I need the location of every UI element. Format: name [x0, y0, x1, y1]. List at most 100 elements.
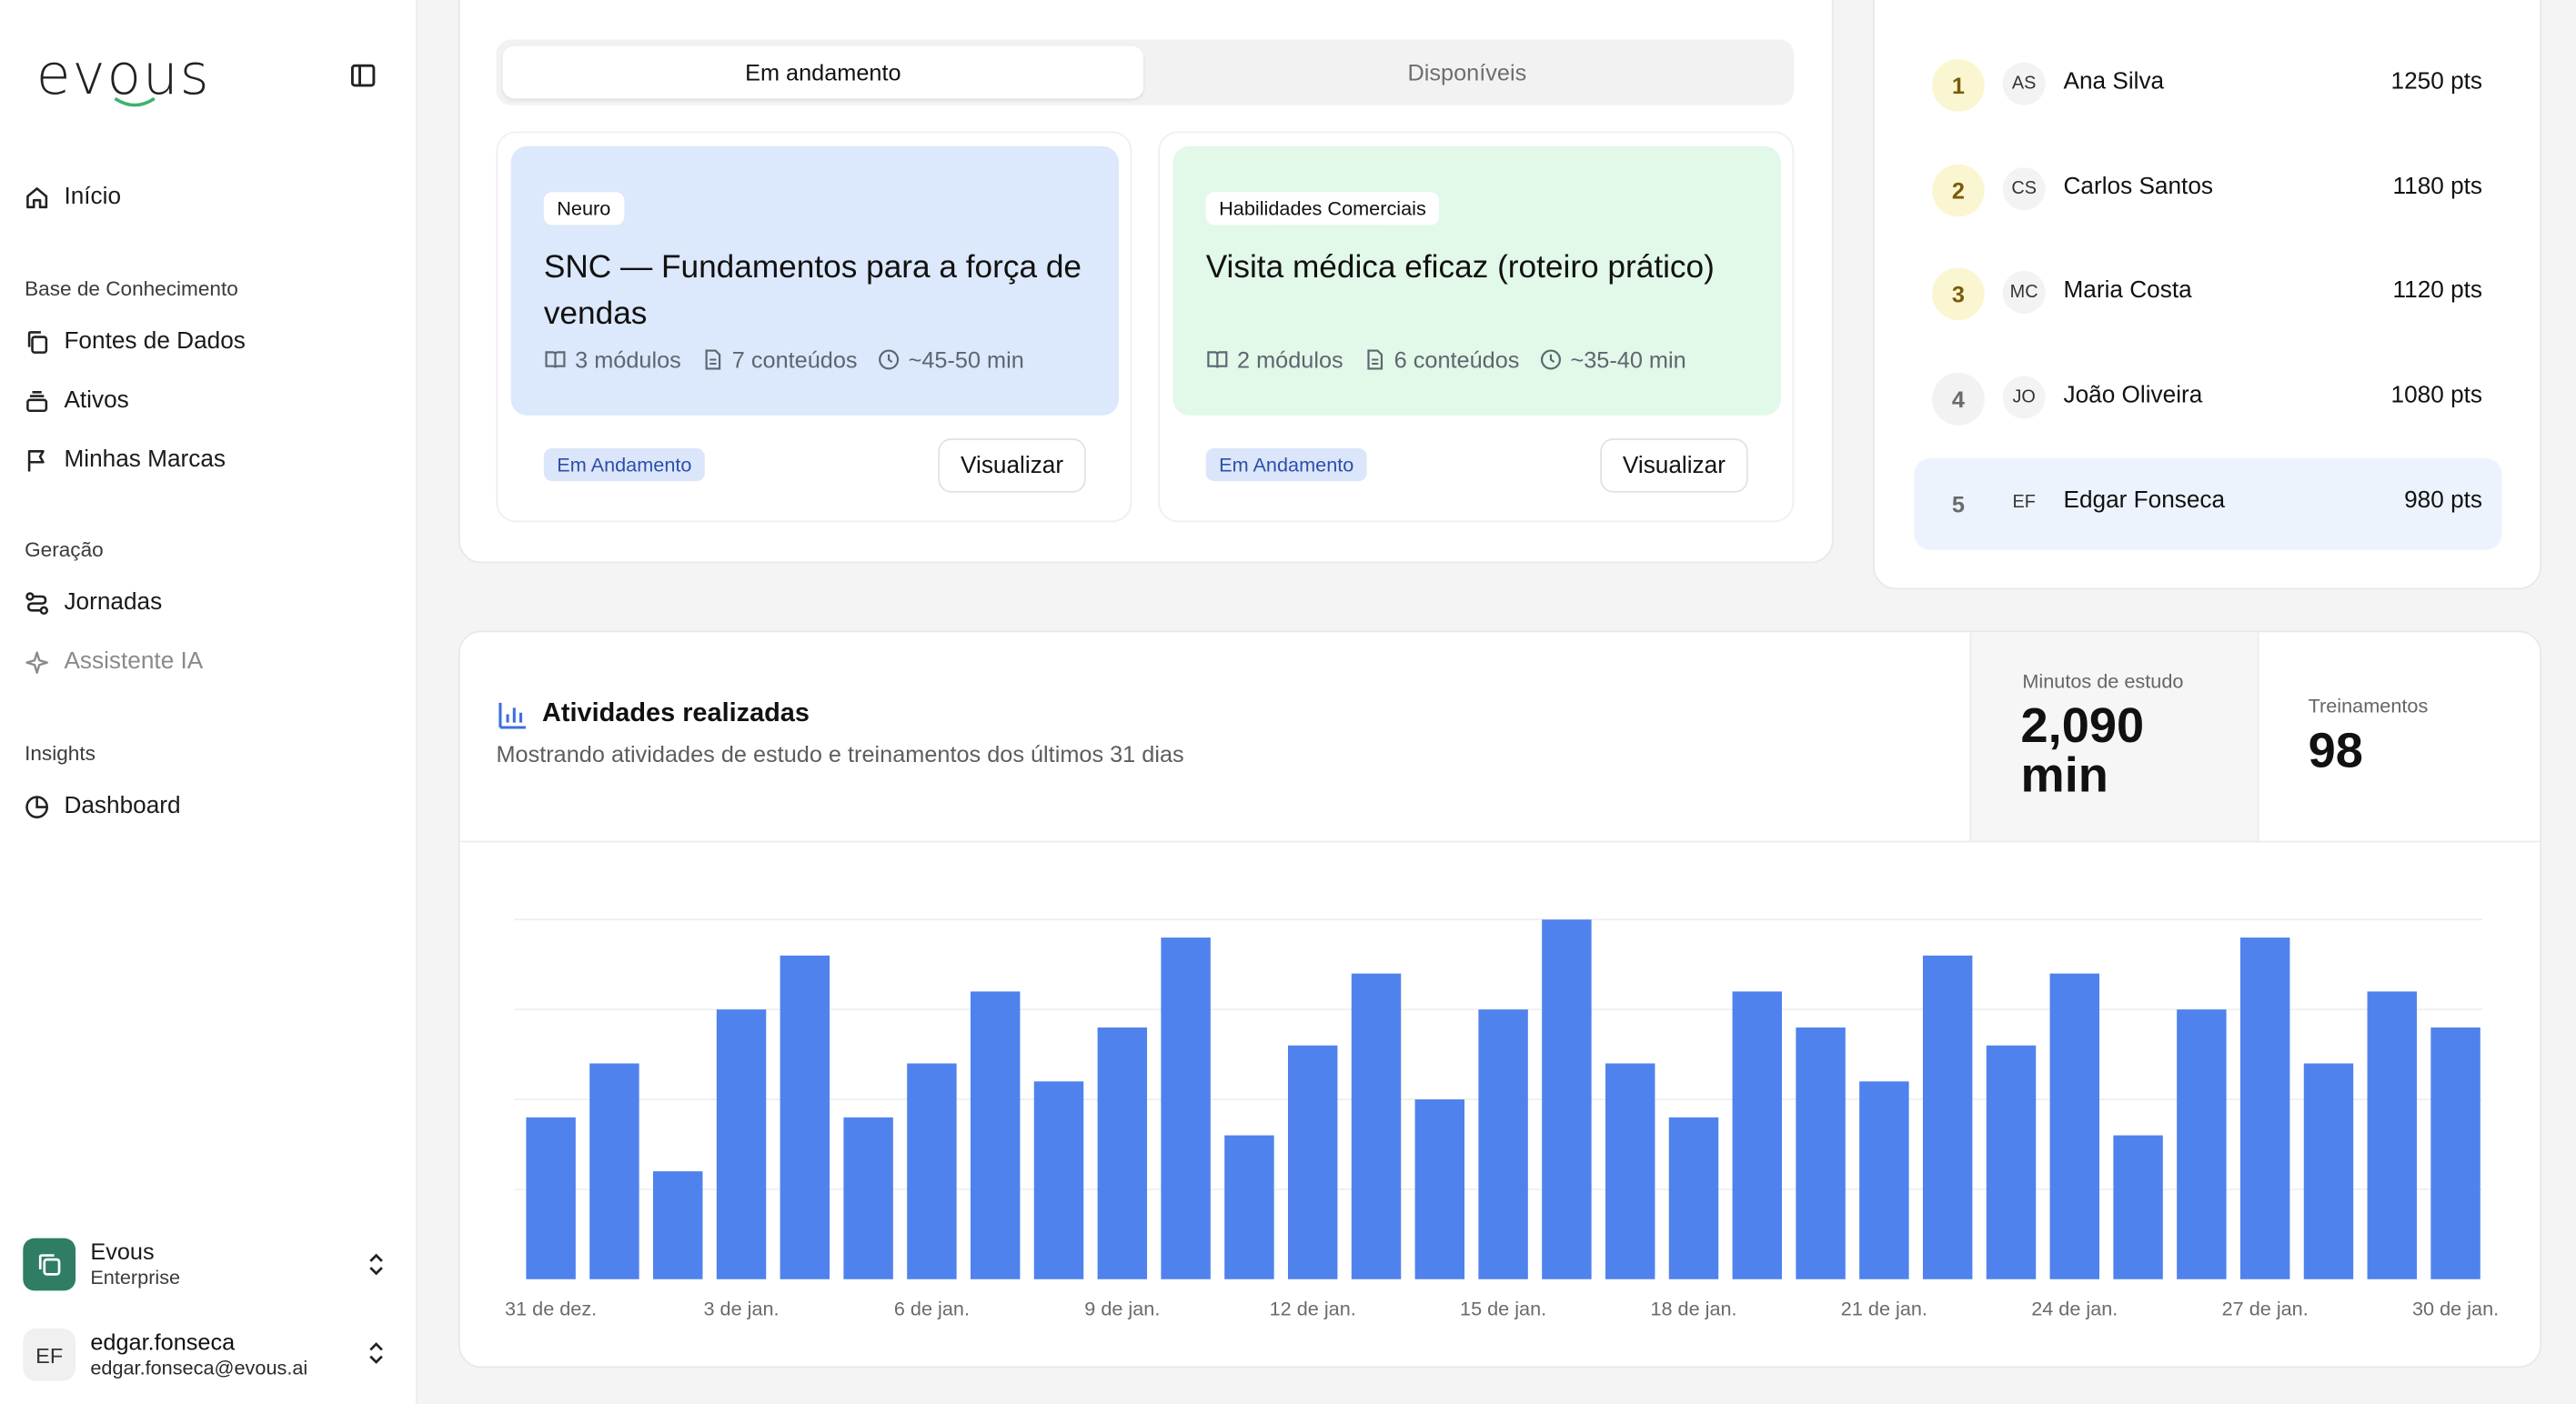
chart-bar[interactable] — [1732, 991, 1783, 1279]
avatar: JO — [2002, 376, 2046, 419]
user-avatar: EF — [23, 1328, 76, 1381]
chart-bar[interactable] — [2239, 938, 2290, 1279]
org-logo-icon — [23, 1238, 76, 1291]
chart-bar[interactable] — [1668, 1117, 1719, 1279]
journey-tag: Habilidades Comerciais — [1205, 192, 1440, 226]
chart-bar[interactable] — [2430, 1027, 2480, 1279]
leaderboard-row[interactable]: 4 JO João Oliveira 1080 pts — [1914, 353, 2502, 445]
nav-ativos[interactable]: Ativos — [23, 381, 129, 420]
route-icon — [25, 591, 49, 615]
nav-fontes-label: Fontes de Dados — [64, 328, 246, 356]
chart-tick-label: 30 de jan. — [2412, 1297, 2499, 1319]
leaderboard-row[interactable]: 3 MC Maria Costa 1120 pts — [1914, 248, 2502, 340]
nav-minhas-marcas[interactable]: Minhas Marcas — [23, 440, 226, 479]
nav-jornadas-label: Jornadas — [64, 589, 163, 617]
chart-bar[interactable] — [653, 1171, 703, 1279]
leaderboard-row[interactable]: 2 CS Carlos Santos 1180 pts — [1914, 145, 2502, 236]
rank-number: 5 — [1951, 490, 1965, 517]
journey-card[interactable]: Neuro SNC — Fundamentos para a força de … — [496, 131, 1132, 523]
leaderboard-row-current-user[interactable]: 5 EF Edgar Fonseca 980 pts — [1914, 457, 2502, 550]
nav-ativos-label: Ativos — [64, 387, 129, 415]
book-icon — [1207, 351, 1228, 368]
journey-title: SNC — Fundamentos para a força de vendas — [543, 249, 1082, 332]
chart-bar[interactable] — [1287, 1045, 1338, 1279]
chart-bar[interactable] — [716, 1009, 767, 1279]
chart-bar[interactable] — [1859, 1081, 1909, 1279]
journey-tag: Neuro — [543, 192, 624, 226]
nav-dashboard[interactable]: Dashboard — [23, 787, 181, 826]
nav-assistente-label: Assistente IA — [64, 648, 204, 676]
sidebar-toggle-icon[interactable] — [348, 61, 381, 94]
chart-bar[interactable] — [1986, 1045, 2037, 1279]
leaderboard-row[interactable]: 1 AS Ana Silva 1250 pts — [1914, 39, 2502, 131]
avatar: CS — [2002, 167, 2046, 211]
sidebar: evous Início Base de Conhecimento Fontes… — [0, 0, 418, 1404]
chart-bar[interactable] — [843, 1117, 893, 1279]
tab-disponiveis[interactable]: Disponíveis — [1147, 46, 1787, 99]
stat-trainings-bg — [2257, 632, 2541, 843]
rank-name: Carlos Santos — [2063, 174, 2213, 201]
nav-inicio-label: Início — [64, 184, 122, 211]
stat-minutes-value: 2,090 — [2020, 699, 2145, 754]
activity-subtitle: Mostrando atividades de estudo e treinam… — [496, 740, 1184, 767]
stat-minutes-unit: min — [2020, 748, 2108, 804]
chart-bar[interactable] — [2367, 991, 2417, 1279]
journey-duration: ~35-40 min — [1570, 346, 1686, 373]
chart-bar[interactable] — [1542, 919, 1592, 1279]
avatar: EF — [2012, 492, 2036, 513]
chart-bar[interactable] — [1033, 1081, 1084, 1279]
chart-bar[interactable] — [2303, 1063, 2354, 1279]
file-icon — [704, 349, 720, 370]
chart-bar[interactable] — [526, 1117, 576, 1279]
rank-points: 980 pts — [2404, 487, 2483, 515]
nav-jornadas[interactable]: Jornadas — [23, 583, 162, 622]
nav-inicio[interactable]: Início — [23, 177, 121, 216]
chart-tick-label: 15 de jan. — [1460, 1297, 1546, 1319]
journey-modules: 2 módulos — [1237, 346, 1343, 373]
chart-tick-label: 27 de jan. — [2222, 1297, 2309, 1319]
journey-meta: 3 módulos 7 conteúdos ~45-50 min — [544, 346, 1044, 373]
sparkle-icon — [25, 650, 48, 674]
chart-bar[interactable] — [1351, 973, 1402, 1279]
rank-name: Ana Silva — [2063, 68, 2165, 95]
nav-dashboard-label: Dashboard — [64, 793, 181, 820]
org-switcher[interactable]: Evous Enterprise — [23, 1235, 400, 1294]
rank-points: 1180 pts — [2392, 174, 2483, 201]
journey-card[interactable]: Habilidades Comerciais Visita médica efi… — [1158, 131, 1795, 523]
chart-bar[interactable] — [1796, 1027, 1846, 1279]
rank-name: Maria Costa — [2063, 277, 2192, 305]
nav-assistente-ia[interactable]: Assistente IA — [23, 642, 203, 681]
chart-bar[interactable] — [1224, 1135, 1274, 1279]
stat-trainings-value: 98 — [2308, 724, 2363, 778]
status-badge: Em Andamento — [1205, 447, 1367, 482]
chart-bar[interactable] — [907, 1063, 957, 1279]
journey-meta: 2 módulos 6 conteúdos ~35-40 min — [1206, 346, 1706, 373]
journey-contents: 6 conteúdos — [1394, 346, 1520, 373]
view-journey-button[interactable]: Visualizar — [1600, 438, 1748, 493]
rank-name: João Oliveira — [2063, 382, 2203, 409]
chart-bar[interactable] — [1097, 1027, 1148, 1279]
org-name: Evous — [90, 1238, 155, 1265]
chart-bar[interactable] — [970, 991, 1021, 1279]
chart-bar[interactable] — [589, 1063, 639, 1279]
user-name: edgar.fonseca — [90, 1328, 236, 1355]
section-label-kb: Base de Conhecimento — [25, 277, 238, 301]
view-journey-button[interactable]: Visualizar — [938, 438, 1086, 493]
chart-bar[interactable] — [1414, 1099, 1465, 1279]
chevrons-up-down-icon — [369, 1253, 383, 1276]
chart-bar[interactable] — [2113, 1135, 2163, 1279]
chart-bar[interactable] — [1161, 938, 1211, 1279]
brand-logo[interactable]: evous — [36, 43, 236, 108]
chart-bar[interactable] — [2177, 1009, 2227, 1279]
chart-bar[interactable] — [780, 955, 830, 1279]
chart-bar[interactable] — [1605, 1063, 1655, 1279]
chart-bar[interactable] — [1922, 955, 1973, 1279]
chart-bar[interactable] — [2049, 973, 2100, 1279]
chart-tick-label: 3 de jan. — [703, 1297, 779, 1319]
clock-icon — [1540, 349, 1561, 370]
rank-number: 3 — [1931, 267, 1985, 321]
user-menu[interactable]: EF edgar.fonseca edgar.fonseca@evous.ai — [23, 1324, 400, 1387]
nav-fontes-de-dados[interactable]: Fontes de Dados — [23, 322, 246, 361]
chart-bar[interactable] — [1478, 1009, 1528, 1279]
tab-em-andamento[interactable]: Em andamento — [502, 45, 1144, 99]
